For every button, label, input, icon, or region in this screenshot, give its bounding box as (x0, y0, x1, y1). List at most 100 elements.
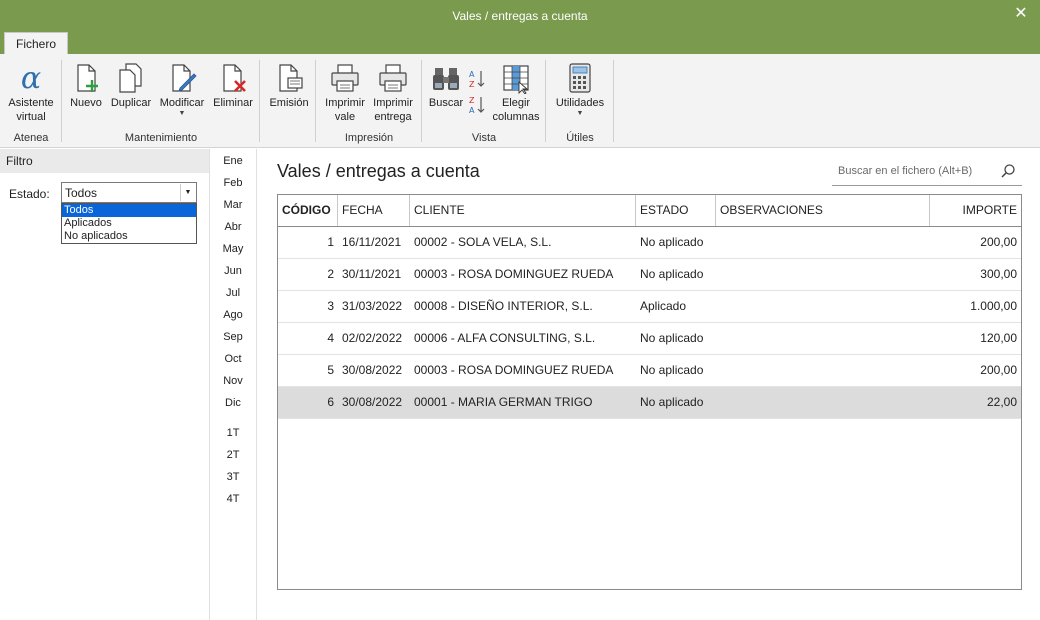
binoculars-icon (433, 68, 459, 90)
group-label-mantenimiento: Mantenimiento (124, 132, 198, 144)
utilidades-label: Utilidades (555, 97, 605, 109)
month-item[interactable]: May (211, 243, 255, 255)
search-input[interactable]: Buscar en el fichero (Alt+B) (832, 158, 1022, 186)
cell-cliente: 00001 - MARIA GERMAN TRIGO (414, 395, 593, 409)
buscar-button[interactable]: Buscar (426, 60, 466, 126)
ribbon-group-atenea: α Asistente virtual Atenea (0, 58, 62, 146)
cell-cliente: 00006 - ALFA CONSULTING, S.L. (414, 331, 596, 345)
column-header-codigo[interactable]: CÓDIGO (278, 195, 338, 226)
chevron-down-icon: ▼ (178, 110, 186, 117)
cell-observaciones (716, 291, 930, 322)
month-item[interactable]: Abr (211, 221, 255, 233)
cell-estado: No aplicado (640, 363, 704, 377)
group-label-vista: Vista (471, 132, 497, 144)
close-icon[interactable]: ✕ (1012, 5, 1030, 23)
estado-label: Estado: (9, 187, 50, 201)
printer-icon (331, 64, 359, 92)
column-header-cliente[interactable]: CLIENTE (410, 195, 636, 226)
month-item[interactable]: Jul (211, 287, 255, 299)
column-header-importe[interactable]: IMPORTE (930, 195, 1021, 226)
table-row[interactable]: 5 30/08/2022 00003 - ROSA DOMINGUEZ RUED… (278, 355, 1021, 387)
month-item[interactable]: Mar (211, 199, 255, 211)
imprimir-vale-label-2: vale (334, 111, 356, 123)
search-placeholder: Buscar en el fichero (Alt+B) (838, 165, 973, 177)
cell-observaciones (716, 323, 930, 354)
asistente-virtual-button[interactable]: α Asistente virtual (4, 60, 58, 126)
sort-descending-button[interactable]: Z A (466, 94, 488, 116)
month-item[interactable]: Oct (211, 353, 255, 365)
tab-fichero[interactable]: Fichero (4, 32, 69, 55)
columns-icon (503, 65, 529, 94)
elegir-columnas-button[interactable]: Elegir columnas (490, 60, 542, 126)
window-title: Vales / entregas a cuenta (452, 9, 588, 23)
cell-cliente: 00008 - DISEÑO INTERIOR, S.L. (414, 299, 593, 313)
group-separator (613, 60, 614, 142)
quarter-item[interactable]: 1T (211, 427, 255, 439)
sort-ascending-icon: A Z (469, 70, 485, 89)
modificar-button[interactable]: Modificar ▼ (156, 60, 208, 126)
modificar-label: Modificar (159, 97, 205, 109)
ribbon-group-emision: Emisión (260, 58, 316, 146)
utilidades-button[interactable]: Utilidades ▼ (552, 60, 608, 126)
table-row[interactable]: 3 31/03/2022 00008 - DISEÑO INTERIOR, S.… (278, 291, 1021, 323)
quarter-item[interactable]: 2T (211, 449, 255, 461)
ribbon-tab-strip: Fichero (0, 32, 1040, 55)
emision-button[interactable]: Emisión (266, 60, 312, 126)
month-item[interactable]: Sep (211, 331, 255, 343)
column-header-fecha[interactable]: FECHA (338, 195, 410, 226)
cell-importe: 1.000,00 (970, 299, 1017, 313)
quarter-item[interactable]: 4T (211, 493, 255, 505)
elegir-label-1: Elegir (501, 97, 531, 109)
table-row[interactable]: 4 02/02/2022 00006 - ALFA CONSULTING, S.… (278, 323, 1021, 355)
cell-fecha: 30/08/2022 (342, 395, 403, 409)
imprimir-entrega-label-1: Imprimir (373, 97, 413, 109)
estado-option-aplicados[interactable]: Aplicados (62, 217, 196, 230)
month-item[interactable]: Feb (211, 177, 255, 189)
eliminar-label: Eliminar (213, 97, 253, 109)
month-item[interactable]: Nov (211, 375, 255, 387)
cell-observaciones (716, 355, 930, 386)
cell-estado: Aplicado (640, 299, 687, 313)
ribbon-group-vista: Buscar A Z Z A Elegir columnas Vista (422, 58, 546, 146)
sort-descending-icon: Z A (469, 96, 485, 115)
elegir-label-2: columnas (492, 111, 540, 123)
imprimir-entrega-button[interactable]: Imprimir entrega (370, 60, 416, 126)
month-item[interactable]: Dic (211, 397, 255, 409)
cell-observaciones (716, 227, 930, 258)
cell-importe: 200,00 (980, 363, 1017, 377)
quarter-item[interactable]: 3T (211, 471, 255, 483)
month-item[interactable]: Jun (211, 265, 255, 277)
eliminar-button[interactable]: Eliminar (210, 60, 256, 126)
calculator-icon (569, 63, 591, 93)
ribbon: α Asistente virtual Atenea Nuevo Duplica… (0, 54, 1040, 148)
nuevo-button[interactable]: Nuevo (66, 60, 106, 126)
chevron-down-icon[interactable]: ▼ (180, 184, 195, 201)
group-label-atenea: Atenea (13, 132, 49, 144)
month-item[interactable]: Ago (211, 309, 255, 321)
month-item[interactable]: Ene (211, 155, 255, 167)
estado-select[interactable]: Todos ▼ (61, 182, 197, 203)
duplicar-button[interactable]: Duplicar (108, 60, 154, 126)
estado-option-todos[interactable]: Todos (62, 204, 196, 217)
cell-fecha: 02/02/2022 (342, 331, 403, 345)
table-row-selected[interactable]: 6 30/08/2022 00001 - MARIA GERMAN TRIGO … (278, 387, 1021, 419)
cell-fecha: 16/11/2021 (342, 235, 402, 249)
sort-ascending-button[interactable]: A Z (466, 68, 488, 90)
estado-select-value: Todos (65, 186, 98, 200)
cell-cliente: 00003 - ROSA DOMINGUEZ RUEDA (414, 363, 614, 377)
search-icon[interactable] (1000, 163, 1016, 179)
column-header-estado[interactable]: ESTADO (636, 195, 716, 226)
ribbon-group-utiles: Utilidades ▼ Útiles (546, 58, 614, 146)
column-header-observaciones[interactable]: OBSERVACIONES (716, 195, 930, 226)
svg-text:A: A (469, 70, 475, 79)
emission-icon (279, 64, 303, 92)
asistente-label-2: virtual (16, 111, 46, 123)
cell-importe: 120,00 (980, 331, 1017, 345)
ribbon-group-mantenimiento: Nuevo Duplicar Modificar ▼ Eliminar Mant… (62, 58, 260, 146)
table-row[interactable]: 2 30/11/2021 00003 - ROSA DOMINGUEZ RUED… (278, 259, 1021, 291)
table-row[interactable]: 1 16/11/2021 00002 - SOLA VELA, S.L. No … (278, 227, 1021, 259)
estado-dropdown-list: Todos Aplicados No aplicados (61, 203, 197, 244)
imprimir-vale-button[interactable]: Imprimir vale (320, 60, 370, 126)
estado-option-no-aplicados[interactable]: No aplicados (62, 230, 196, 243)
cell-fecha: 30/08/2022 (342, 363, 403, 377)
